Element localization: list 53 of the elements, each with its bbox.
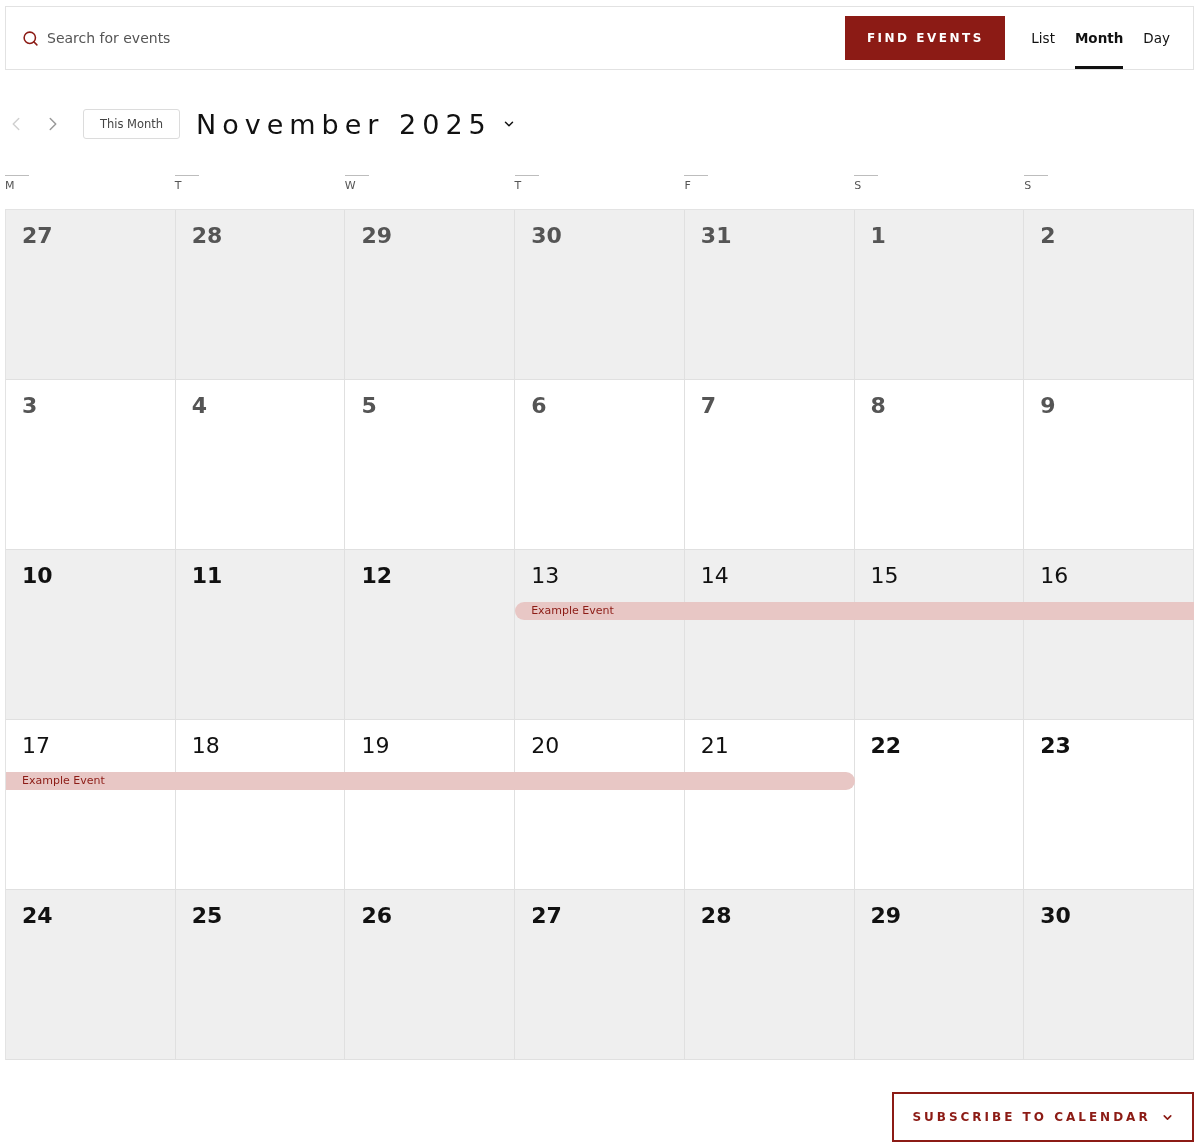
day-number: 2 [1040,222,1056,250]
weekday-label: T [174,175,199,192]
event-bar[interactable]: Example Event [6,772,855,790]
view-tab[interactable]: List [1031,7,1055,69]
day-number: 3 [22,392,38,420]
day-number: 23 [1040,732,1071,760]
day-number: 5 [361,392,377,420]
weekday-label: M [5,175,29,192]
day-number: 18 [191,732,220,760]
find-events-button[interactable]: FIND EVENTS [845,16,1006,60]
subscribe-button[interactable]: SUBSCRIBE TO CALENDAR [892,1092,1194,1142]
day-number: 19 [361,732,390,760]
day-number: 27 [22,222,53,250]
view-tab[interactable]: Month [1074,7,1124,69]
day-number: 31 [700,222,732,250]
this-month-button[interactable]: This Month [83,109,180,139]
day-number: 26 [361,902,393,930]
weekday-label: T [514,175,539,192]
weekday-label: S [854,175,879,192]
search-icon [22,29,39,47]
weekday-label: F [684,175,709,192]
day-number: 29 [361,222,393,250]
day-number: 21 [700,732,729,760]
day-number: 27 [531,902,562,930]
day-number: 22 [870,732,902,760]
search-input[interactable]: Search for events [47,26,826,50]
event-bar[interactable]: Example Event [515,602,1194,620]
view-tab[interactable]: Day [1143,7,1170,69]
weekday-label: W [344,175,369,192]
day-number: 15 [870,562,899,590]
day-number: 30 [531,222,562,250]
day-number: 20 [531,732,560,760]
day-number: 9 [1040,392,1056,420]
day-number: 13 [531,562,560,590]
day-number: 11 [191,562,223,590]
day-number: 1 [870,222,886,250]
day-number: 24 [22,902,53,930]
day-number: 29 [870,902,902,930]
day-number: 10 [22,562,53,590]
day-number: 12 [361,562,393,590]
day-number: 4 [191,392,207,420]
day-number: 25 [191,902,223,930]
month-picker-button[interactable]: November 2025 [196,108,516,140]
weekday-label: S [1024,175,1049,192]
day-number: 8 [870,392,886,420]
day-number: 16 [1040,562,1069,590]
day-number: 28 [191,222,223,250]
day-number: 14 [700,562,729,590]
day-number: 30 [1040,902,1071,930]
day-number: 7 [700,392,717,420]
day-number: 17 [22,732,50,760]
day-number: 28 [700,902,732,930]
day-number: 6 [531,392,547,420]
